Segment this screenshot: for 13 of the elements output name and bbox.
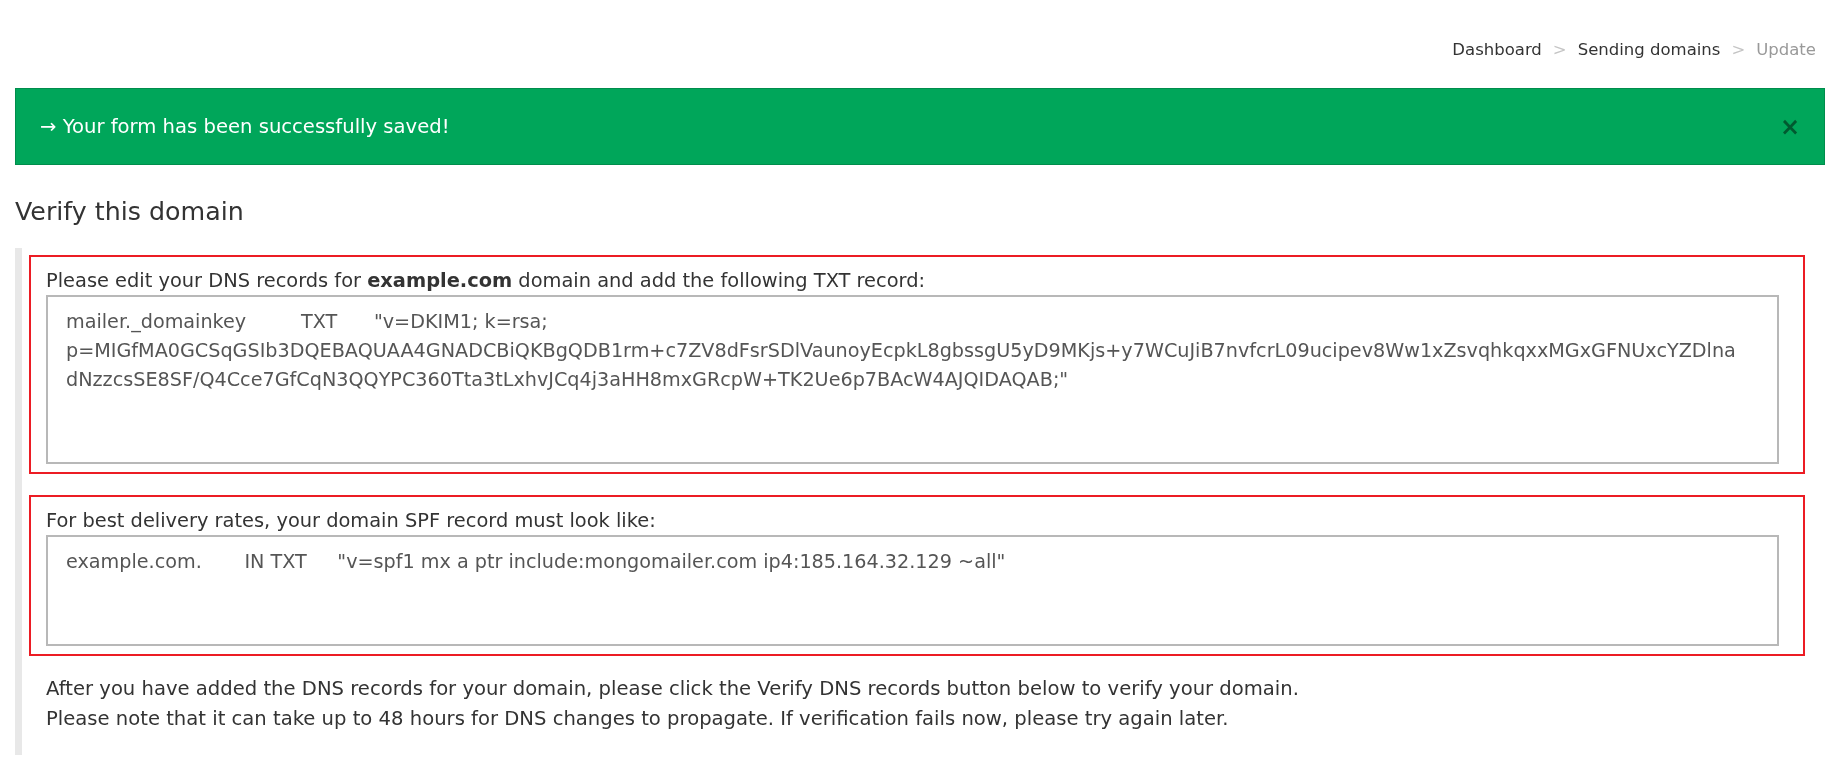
breadcrumb-link[interactable]: Dashboard xyxy=(1452,37,1542,63)
instruction-note: Please note that it can take up to 48 hours for DNS changes to propagate. If verification fails now, please try again later. xyxy=(46,706,1230,732)
record-text-area[interactable]: mailer._domainkey TXT "v=DKIM1; k=rsa; p=MIGfMA0GCSqGSIb3DQEBAQUAA4GNADCBiQKBgQDB1rm+c7ZV8dFsrSDlVaunoyEcpkL8gbssgU5yD9MKjs+y7WCuJiB7nvfcrL09ucipev8Ww1xZsvqhkqxxMGxGFNUxcYZDlna dNzzcsSE8SF/Q4Cce7GfCqN3QQYPC360Tta3tLxhvJCq4j3aHH8mxGRcpW+TK2Ue6p7BAcW4AJQIDAQAB;" xyxy=(46,295,1779,464)
breadcrumb-current: Update xyxy=(1756,39,1816,61)
breadcrumb-separator: > xyxy=(1552,39,1567,61)
alert-message: → Your form has been successfully saved! xyxy=(40,114,451,140)
instruction-note: After you have added the DNS records for your domain, please click the Verify DNS records button below to verify your domain. xyxy=(46,676,1300,702)
section-heading: Verify this domain xyxy=(15,197,245,227)
record-text-area[interactable]: example.com. IN TXT "v=spf1 mx a ptr include:mongomailer.com ip4:185.164.32.129 ~all" xyxy=(46,535,1779,646)
record-instruction: For best delivery rates, your domain SPF record must look like: xyxy=(46,508,657,534)
breadcrumb-separator: > xyxy=(1731,39,1746,61)
record-instruction: Please edit your DNS records for example.com domain and add the following TXT record: xyxy=(46,268,927,294)
breadcrumb-link[interactable]: Sending domains xyxy=(1577,37,1721,63)
